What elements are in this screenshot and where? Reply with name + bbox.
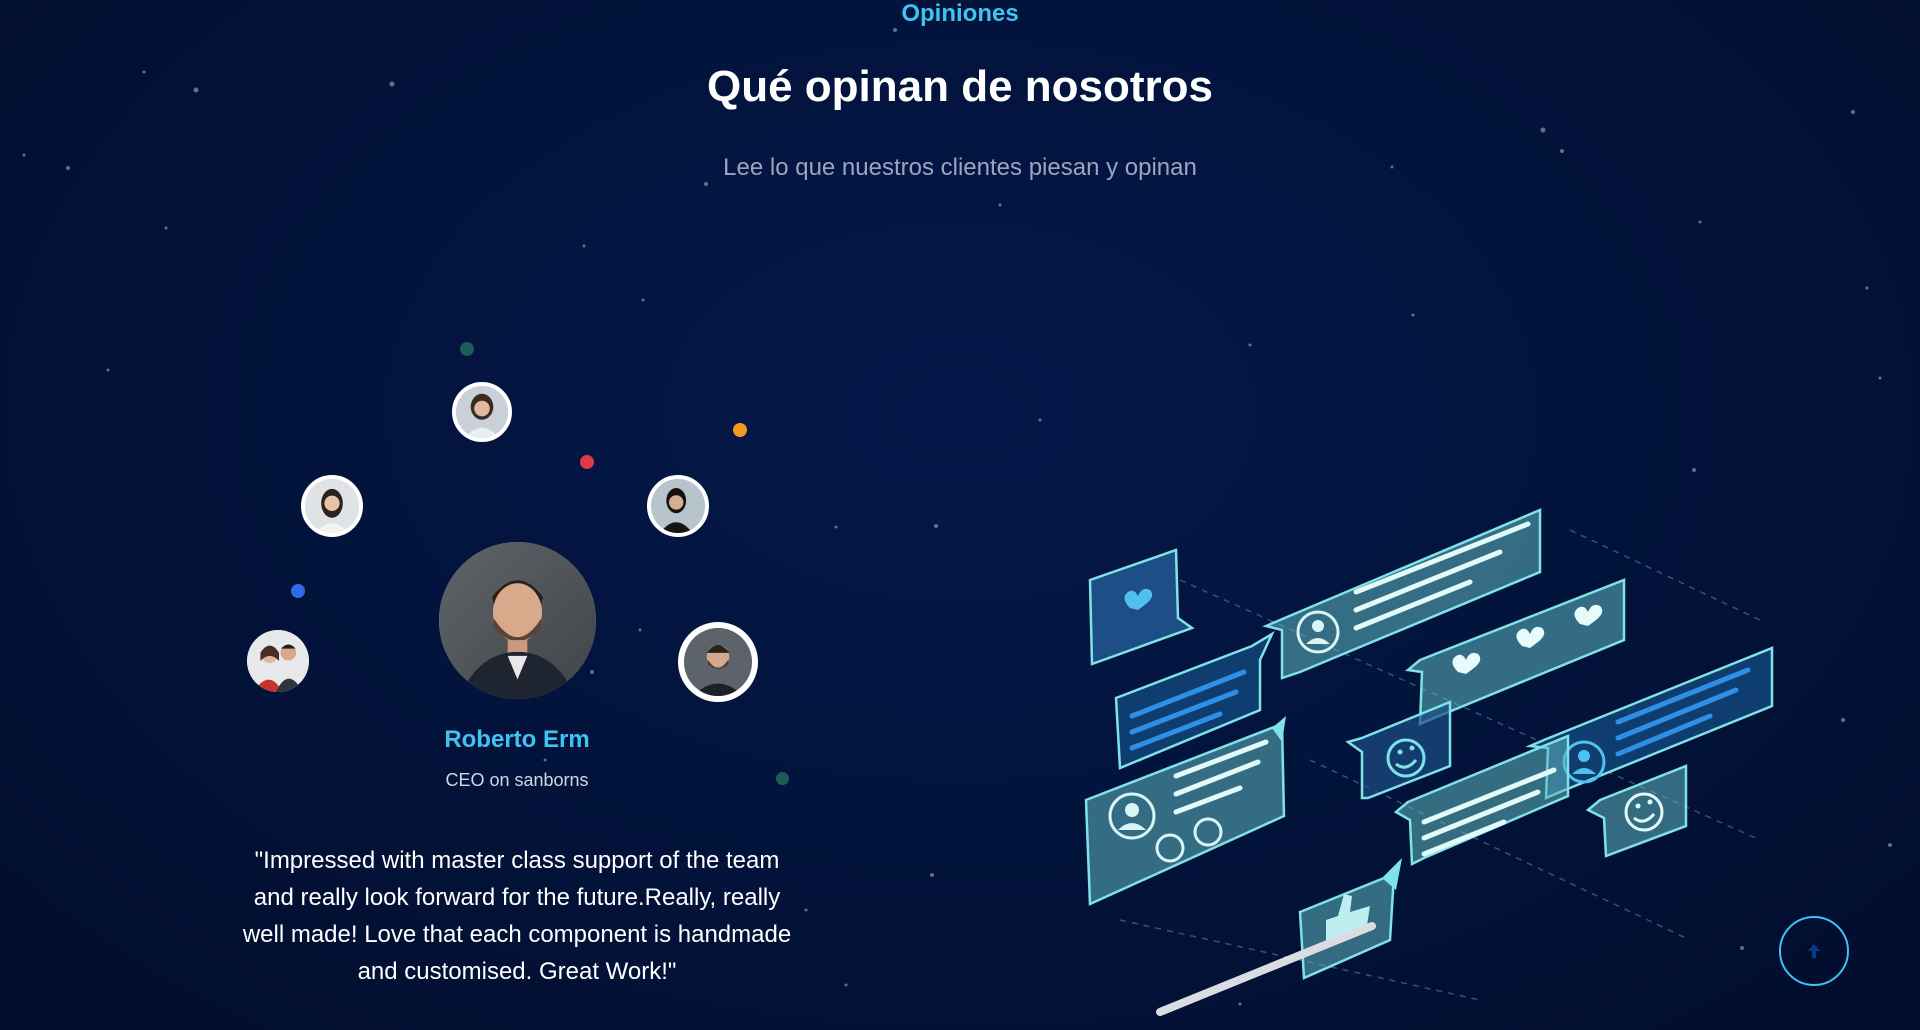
decor-dot-orange — [733, 423, 747, 437]
man-avatar-icon — [439, 542, 596, 699]
decor-dot-teal-2 — [776, 772, 789, 785]
couple-avatar-icon — [247, 630, 309, 692]
client-avatar-4[interactable] — [247, 630, 309, 692]
client-avatar-5[interactable] — [678, 622, 758, 702]
testimonials-section: Opiniones Qué opinan de nosotros Lee lo … — [0, 0, 1920, 1030]
woman-avatar-icon — [651, 479, 705, 533]
section-subtitle: Lee lo que nuestros clientes piesan y op… — [723, 154, 1197, 181]
decor-dot-blue — [291, 584, 305, 598]
heart-bubble — [1088, 548, 1195, 666]
testimonial-quote: "Impressed with master class support of … — [242, 847, 792, 985]
featured-client-photo — [439, 542, 596, 699]
thumbs-up-bubble — [1298, 858, 1402, 980]
testimonial-name: Roberto Erm — [444, 726, 590, 753]
decor-dot-teal — [460, 342, 474, 356]
scroll-to-top-button[interactable] — [1779, 916, 1849, 986]
smiley-bubble-right — [1585, 764, 1688, 858]
client-avatar-3[interactable] — [647, 475, 709, 537]
decor-dot-red — [580, 455, 594, 469]
man-avatar-icon — [684, 628, 752, 696]
chat-bubbles-illustration — [1084, 508, 1774, 1016]
section-title: Qué opinan de nosotros — [706, 62, 1214, 111]
woman-avatar-icon — [305, 479, 359, 533]
client-avatar-2[interactable] — [301, 475, 363, 537]
section-eyebrow: Opiniones — [901, 0, 1019, 27]
woman-avatar-icon — [456, 386, 508, 438]
client-avatar-1[interactable] — [452, 382, 512, 442]
testimonial-role: CEO on sanborns — [445, 770, 589, 790]
smiley-bubble-middle — [1345, 700, 1452, 800]
text-bubble-left — [1084, 716, 1286, 906]
arrow-up-icon — [1808, 944, 1820, 958]
